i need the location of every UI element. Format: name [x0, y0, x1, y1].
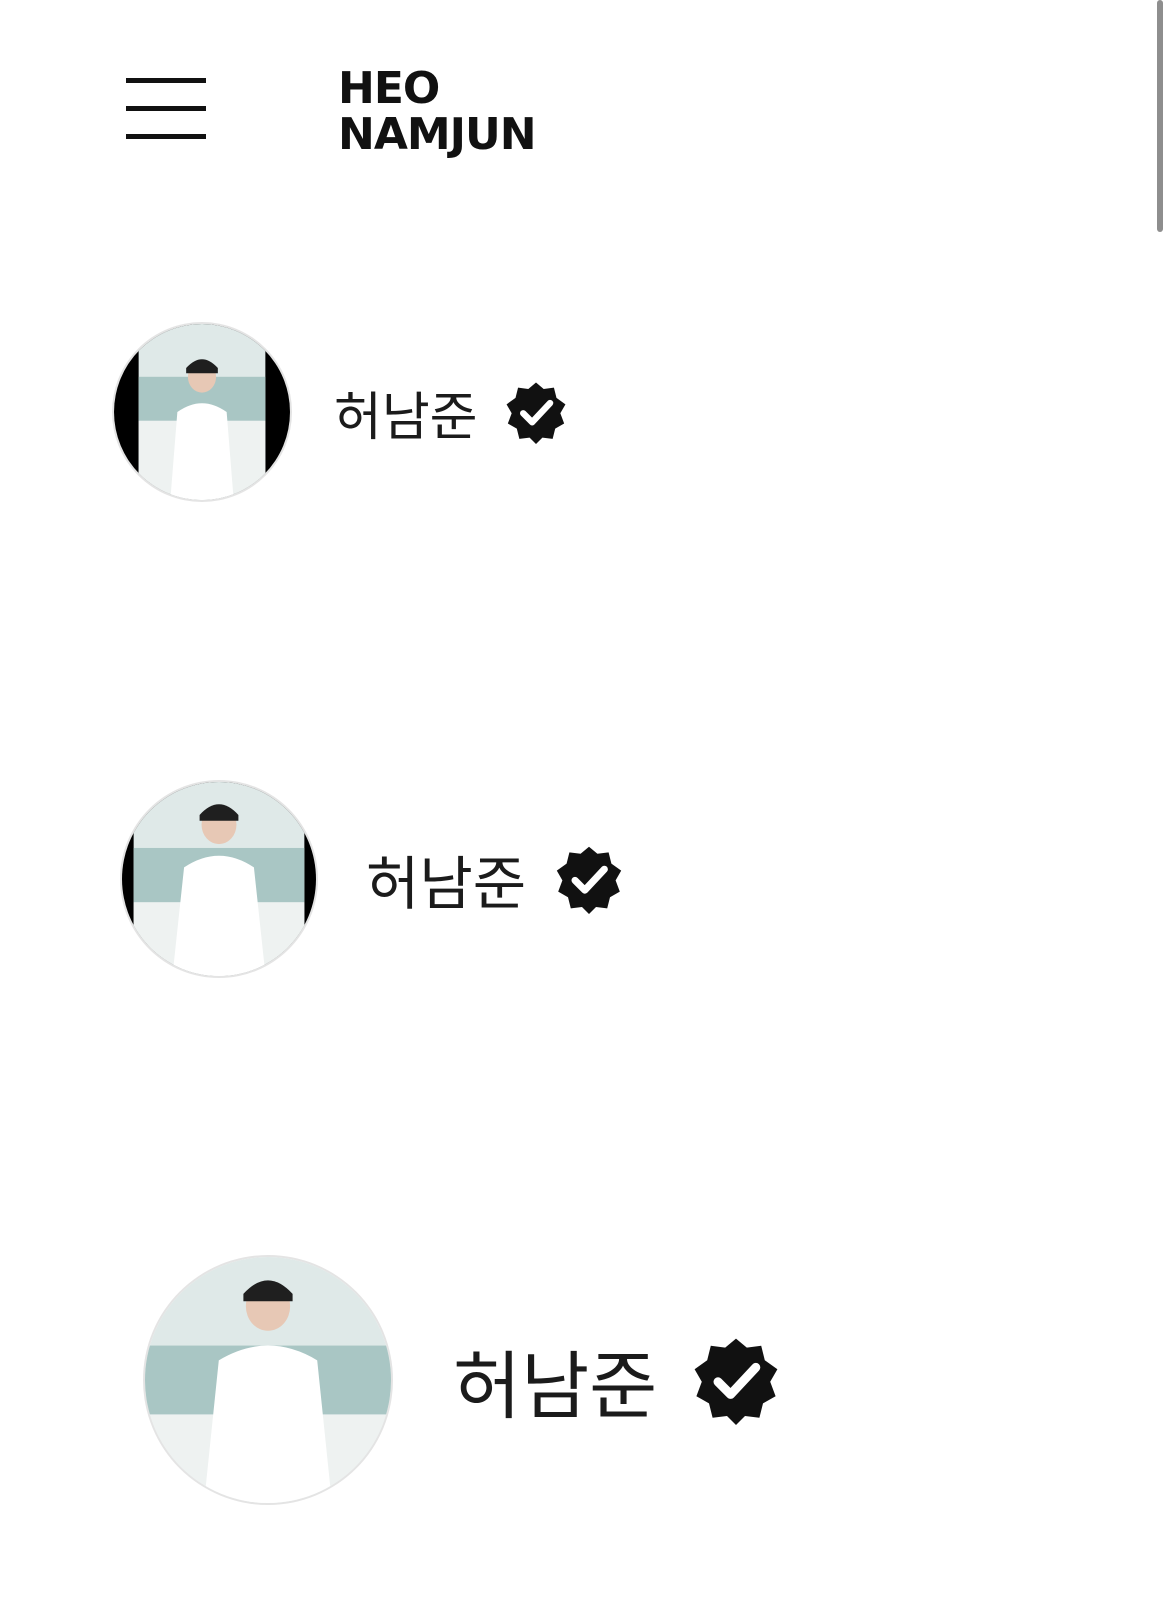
profile-row[interactable]: 허남준	[145, 1257, 781, 1503]
avatar[interactable]	[122, 782, 316, 976]
profile-name: 허남준	[334, 387, 478, 448]
avatar[interactable]	[114, 324, 290, 500]
profile-name: 허남준	[453, 1343, 658, 1430]
avatar[interactable]	[145, 1257, 391, 1503]
menu-button[interactable]	[126, 78, 206, 144]
brand-line-1: HEO	[338, 63, 440, 114]
verified-badge-icon	[504, 380, 568, 444]
profile-row[interactable]: 허남준	[114, 324, 568, 500]
brand-line-2: NAMJUN	[338, 109, 537, 160]
scrollbar[interactable]	[1157, 0, 1163, 232]
profile-name: 허남준	[366, 850, 527, 918]
verified-badge-icon	[554, 844, 624, 914]
verified-badge-icon	[691, 1335, 781, 1425]
brand-logo[interactable]: HEO NAMJUN	[338, 63, 537, 160]
profile-row[interactable]: 허남준	[122, 782, 624, 976]
hamburger-menu-icon	[126, 78, 206, 144]
